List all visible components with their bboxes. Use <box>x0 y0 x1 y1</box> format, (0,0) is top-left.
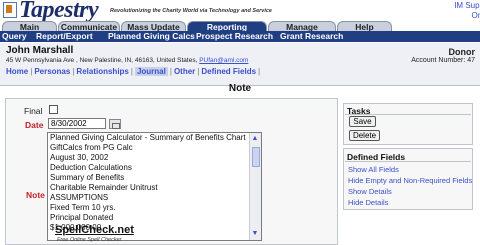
im-support-line1: IM Supp <box>454 1 480 10</box>
subnav-report-export[interactable]: Report/Export <box>36 31 93 42</box>
date-label: Date <box>25 120 44 130</box>
spellcheck-link[interactable]: SpellCheck.net <box>55 224 134 236</box>
note-line: Summary of Benefits <box>50 173 125 182</box>
person-link-journal[interactable]: Journal <box>134 67 168 76</box>
subnav-query[interactable]: Query <box>2 31 27 42</box>
defined-fields-divider <box>345 161 471 162</box>
scrollbar-thumb[interactable] <box>252 147 260 167</box>
note-line: Deduction Calculations <box>50 163 132 172</box>
hide-empty-fields-link[interactable]: Hide Empty and Non-Required Fields <box>348 176 472 185</box>
note-scrollbar[interactable]: ▲ ▼ <box>249 133 261 240</box>
person-link-personas[interactable]: Personas <box>34 67 70 76</box>
subnav-planned-giving-calcs[interactable]: Planned Giving Calcs <box>108 31 195 42</box>
spellcheck-subtitle: Free Online Spell Checker <box>57 237 122 243</box>
note-section-header: Note <box>228 83 252 94</box>
note-label: Note <box>26 190 45 200</box>
im-support-status[interactable]: IM Supp Onl <box>444 1 480 21</box>
scroll-up-icon[interactable]: ▲ <box>251 135 259 143</box>
tab-manage[interactable]: Manage <box>268 21 336 32</box>
hide-details-link[interactable]: Hide Details <box>348 198 388 207</box>
im-support-line2: Onl <box>471 11 480 20</box>
final-checkbox[interactable] <box>49 105 58 114</box>
person-email-link[interactable]: PUfan@aml.com <box>199 57 248 64</box>
account-number: Account Number: 47 <box>411 57 475 64</box>
tab-communicate[interactable]: Communicate <box>58 21 120 32</box>
tapestry-logo-icon <box>3 2 17 18</box>
tab-mass-update[interactable]: Mass Update <box>121 21 186 32</box>
subnav-grant-research[interactable]: Grant Research <box>280 31 343 42</box>
note-line: Principal Donated <box>50 213 114 222</box>
note-line: GiftCalcs from PG Calc <box>50 143 133 152</box>
show-all-fields-link[interactable]: Show All Fields <box>348 165 399 174</box>
delete-button[interactable]: Delete <box>349 130 380 141</box>
person-link-other[interactable]: Other <box>174 67 195 76</box>
date-field[interactable]: 8/30/2002 <box>48 118 106 129</box>
scroll-down-icon[interactable]: ▼ <box>251 230 259 238</box>
person-address-text: 45 W Pennsylvania Ave , New Palestine, I… <box>6 57 200 64</box>
note-line: Charitable Remainder Unitrust <box>50 183 158 192</box>
tasks-divider <box>345 114 471 115</box>
save-button[interactable]: Save <box>349 116 376 127</box>
person-link-relationships[interactable]: Relationships <box>76 67 128 76</box>
person-link-defined-fields[interactable]: Defined Fields <box>201 67 256 76</box>
person-name: John Marshall <box>6 45 74 56</box>
person-type: Donor <box>448 47 476 57</box>
note-text: Planned Giving Calculator - Summary of B… <box>50 133 248 233</box>
note-line: Planned Giving Calculator - Summary of B… <box>50 133 246 142</box>
show-details-link[interactable]: Show Details <box>348 187 392 196</box>
note-line: August 30, 2002 <box>50 153 109 162</box>
app-tagline: Revolutionizing the Charity World via Te… <box>110 8 272 14</box>
person-link-home[interactable]: Home <box>6 67 28 76</box>
note-line: Fixed Term 10 yrs. <box>50 203 116 212</box>
tab-help[interactable]: Help <box>337 21 392 32</box>
tab-main[interactable]: Main <box>2 21 57 32</box>
note-line: ASSUMPTIONS <box>50 193 109 202</box>
subnav-prospect-research[interactable]: Prospect Research <box>196 31 273 42</box>
person-address: 45 W Pennsylvania Ave , New Palestine, I… <box>6 57 248 64</box>
person-nav: Home | Personas | Relationships | Journal | Othe… <box>6 67 261 76</box>
tab-reporting[interactable]: Reporting <box>187 21 267 32</box>
final-label: Final <box>24 106 43 116</box>
calendar-icon[interactable] <box>109 119 121 129</box>
